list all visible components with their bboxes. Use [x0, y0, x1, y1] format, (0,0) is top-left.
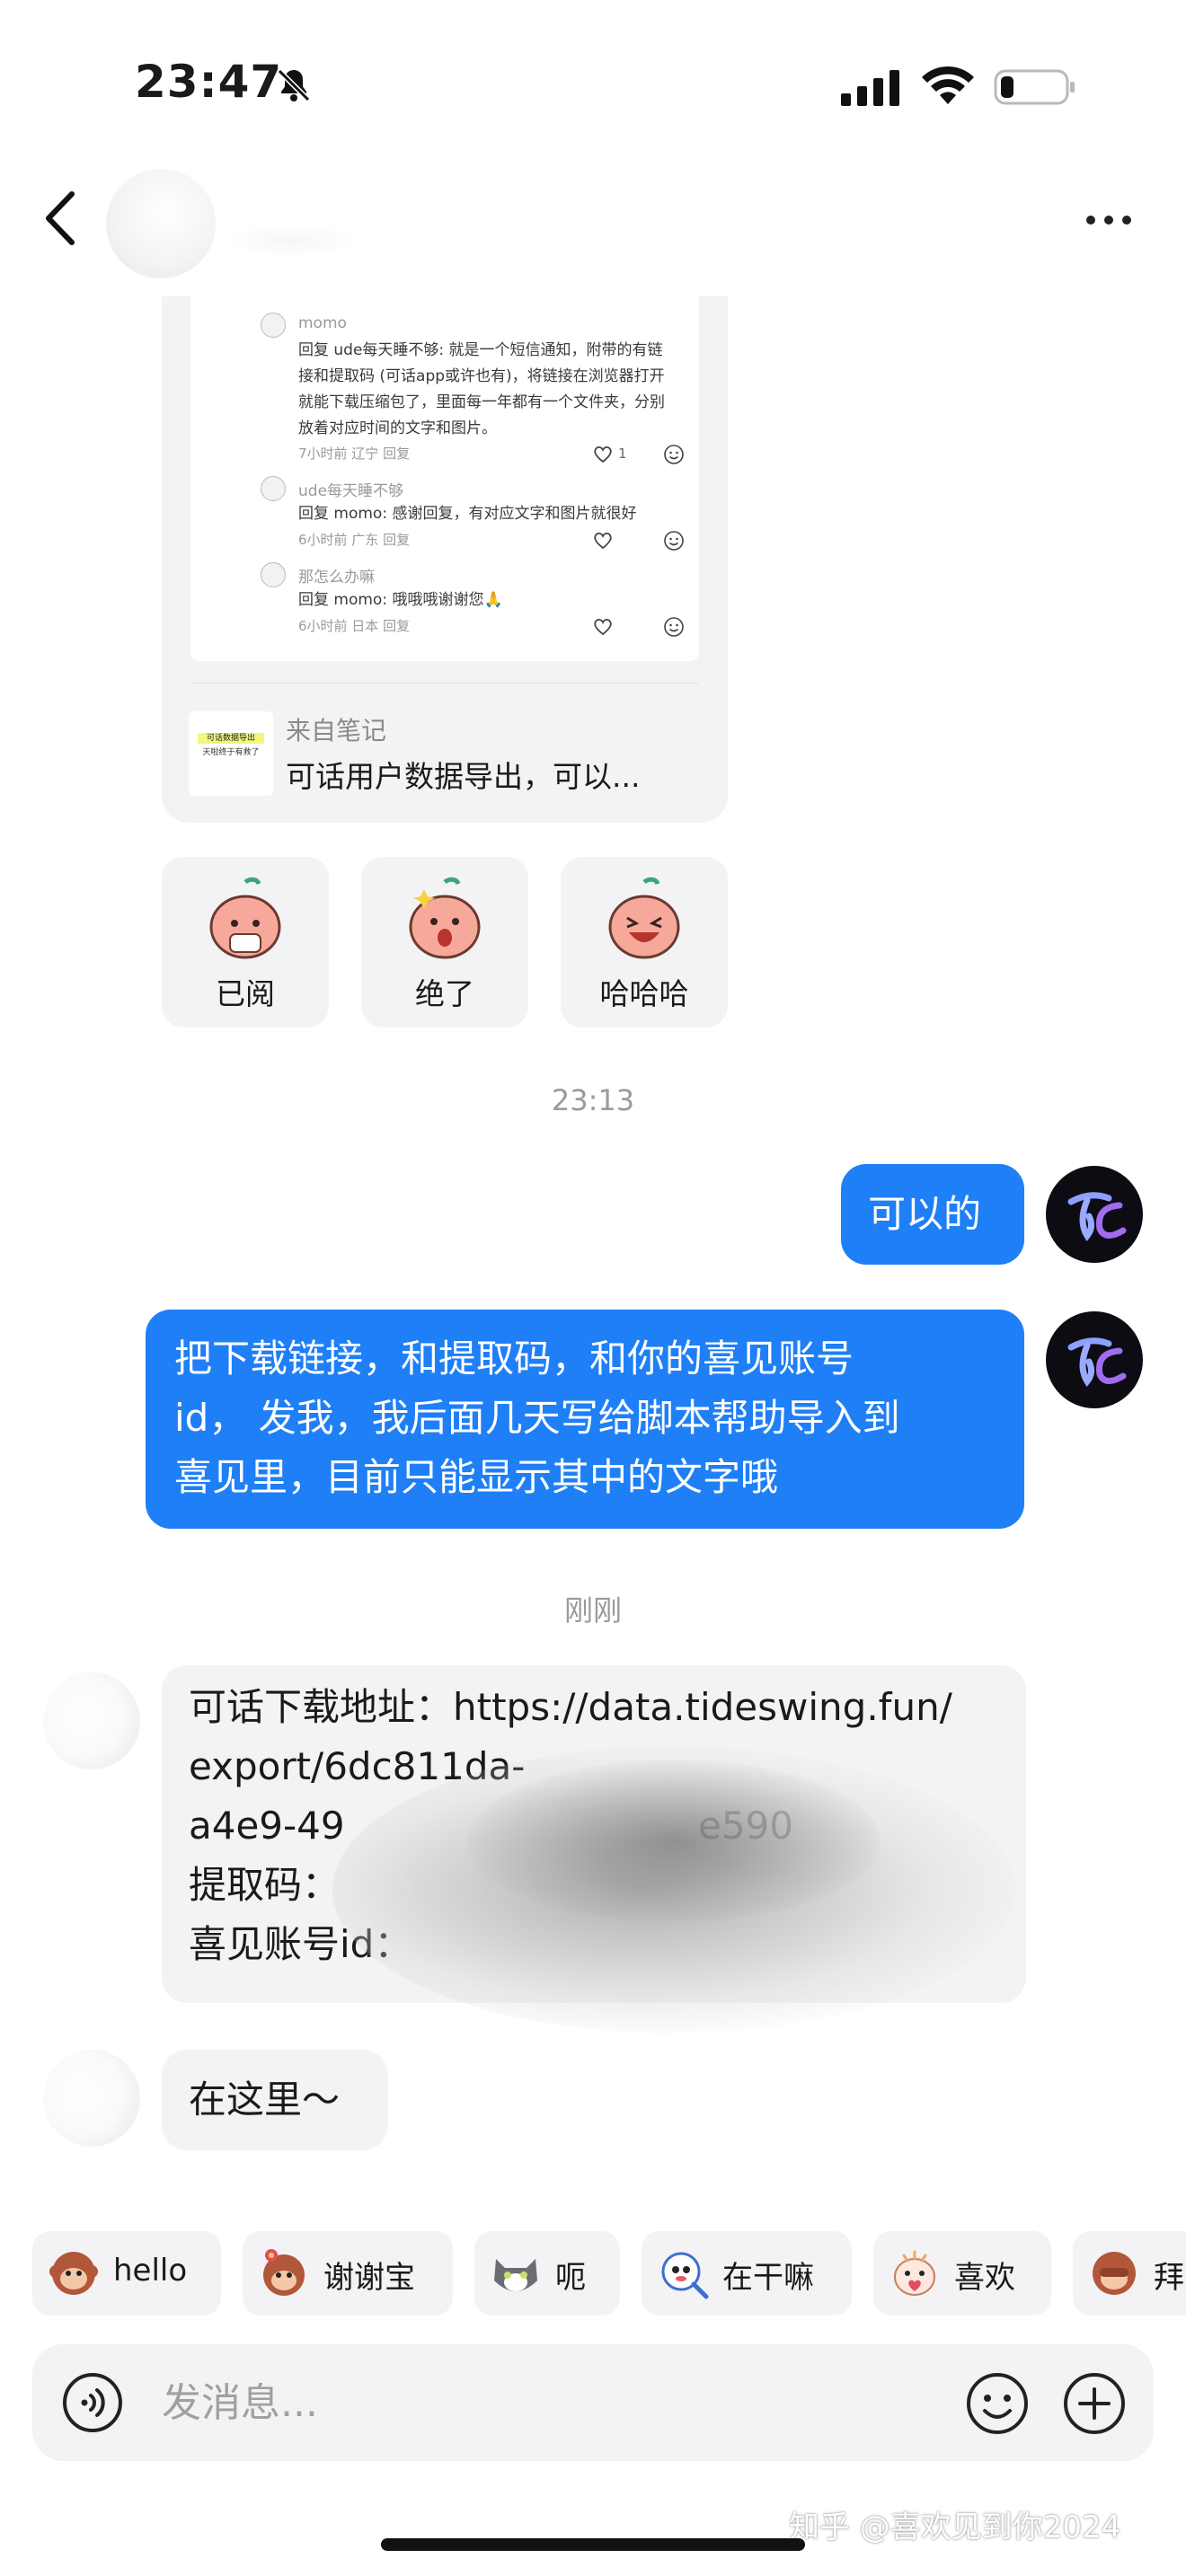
chip-label: hello [113, 2253, 188, 2289]
my-avatar[interactable] [1046, 1311, 1143, 1408]
note-comments-preview: momo 回复 ude每天睡不够: 就是一个短信通知，附带的有链接和提取码 (可… [190, 296, 699, 661]
voice-input-icon[interactable] [61, 2371, 124, 2434]
add-attachment-icon[interactable] [1062, 2371, 1127, 2436]
avatar-logo-icon [1067, 1192, 1127, 1242]
quick-chip-like[interactable]: 喜欢 [873, 2231, 1051, 2316]
cellular-signal-icon [841, 70, 899, 106]
back-button[interactable] [38, 187, 83, 250]
message-text: 在这里～ [189, 2078, 341, 2122]
my-avatar[interactable] [1046, 1166, 1143, 1263]
note-source-label: 来自笔记 [286, 716, 387, 745]
reply-emoji-icon[interactable] [663, 616, 685, 638]
comment-meta: 7小时前 辽宁 回复 [298, 446, 411, 462]
message-text-segment: a4e9-49 [189, 1804, 345, 1848]
comment-meta: 6小时前 广东 回复 [298, 532, 411, 548]
home-indicator[interactable] [381, 2538, 805, 2551]
message-text-line: 喜见里，目前只能显示其中的文字哦 [174, 1455, 779, 1499]
contact-avatar[interactable] [106, 169, 358, 278]
more-options-icon[interactable] [1084, 207, 1134, 234]
message-input-bar [32, 2344, 1154, 2461]
contact-avatar[interactable] [43, 1672, 140, 1769]
magnifier-icon [661, 2252, 709, 2299]
emoji-icon[interactable] [965, 2371, 1030, 2436]
monkey-flower-icon [263, 2249, 305, 2296]
sticker-reply-haha[interactable]: 哈哈哈 [561, 857, 728, 1028]
heart-hands-icon [894, 2250, 935, 2296]
monkey-bye-icon [1093, 2252, 1136, 2295]
comment-text: 回复 ude每天睡不够: 就是一个短信通知，附带的有链接和提取码 (可话app或… [298, 341, 665, 437]
quick-chip-bye[interactable]: 拜 [1073, 2231, 1186, 2316]
note-divider [190, 683, 699, 684]
thumbnail-subtitle: 天啦终于有救了 [202, 748, 260, 757]
redaction-scribble [467, 1760, 881, 1922]
watermark: 知乎 @喜欢见到你2024 [789, 2510, 1121, 2545]
note-thumbnail: 可话数据导出 天啦终于有救了 [189, 711, 273, 796]
note-title[interactable]: 可话用户数据导出，可以... [286, 753, 699, 796]
shared-note-card[interactable]: momo 回复 ude每天睡不够: 就是一个短信通知，附带的有链接和提取码 (可… [162, 296, 728, 823]
commenter-avatar [261, 476, 286, 501]
comment-text: 回复 momo: 哦哦哦谢谢您🙏 [298, 591, 503, 609]
quick-chip-what-doing[interactable]: 在干嘛 [642, 2231, 852, 2316]
reply-emoji-icon[interactable] [663, 444, 685, 465]
message-timestamp: 刚刚 [563, 1593, 622, 1628]
like-icon[interactable] [593, 618, 613, 636]
avatar-logo-icon [1067, 1337, 1127, 1388]
peach-sticker-icon [608, 877, 680, 959]
message-timestamp: 23:13 [551, 1083, 635, 1117]
wifi-icon [922, 66, 974, 104]
like-icon[interactable] [593, 446, 613, 463]
bell-muted-icon [277, 68, 311, 102]
sticker-label: 哈哈哈 [599, 976, 689, 1011]
thumbnail-title: 可话数据导出 [198, 733, 264, 744]
battery-icon [994, 69, 1075, 105]
sticker-reply-read[interactable]: 已阅 [162, 857, 329, 1028]
commenter-name: 那怎么办嘛 [298, 569, 375, 587]
chip-label: 谢谢宝 [323, 2260, 415, 2296]
quick-chip-thanks[interactable]: 谢谢宝 [243, 2231, 453, 2316]
commenter-avatar [261, 313, 286, 338]
chip-label: 呃 [555, 2260, 586, 2296]
incoming-message-bubble[interactable]: 在这里～ [162, 2050, 388, 2150]
reply-emoji-icon[interactable] [663, 530, 685, 551]
message-text: 可以的 [868, 1192, 982, 1236]
commenter-name: momo [298, 314, 347, 332]
message-text-line: 把下载链接，和提取码，和你的喜见账号 [174, 1337, 854, 1381]
chip-label: 在干嘛 [722, 2260, 814, 2296]
quick-chip-uh[interactable]: 呃 [474, 2231, 620, 2316]
sticker-reply-awesome[interactable]: 绝了 [361, 857, 528, 1028]
outgoing-message-bubble[interactable]: 把下载链接，和提取码，和你的喜见账号 id， 发我，我后面几天写给脚本帮助导入到… [146, 1310, 1024, 1529]
peach-sticker-icon [409, 877, 481, 959]
outgoing-message-bubble[interactable]: 可以的 [841, 1164, 1024, 1265]
message-input[interactable] [162, 2371, 845, 2434]
peach-sticker-icon [209, 877, 281, 959]
comment-meta: 6小时前 日本 回复 [298, 618, 411, 634]
sticker-label: 已阅 [216, 976, 275, 1011]
cat-icon [494, 2259, 537, 2291]
like-count: 1 [618, 446, 627, 462]
like-icon[interactable] [593, 532, 613, 550]
status-time: 23:47 [135, 56, 283, 108]
contact-avatar[interactable] [43, 2050, 140, 2147]
monkey-icon [49, 2252, 98, 2295]
chip-label: 喜欢 [954, 2260, 1015, 2296]
quick-chip-hello[interactable]: hello [32, 2231, 221, 2316]
message-text-line: id， 发我，我后面几天写给脚本帮助导入到 [174, 1396, 900, 1440]
message-text-line: 可话下载地址：https://data.tideswing.fun/ [189, 1685, 952, 1729]
comment-text: 回复 momo: 感谢回复，有对应文字和图片就很好 [298, 505, 637, 523]
commenter-name: ude每天睡不够 [298, 482, 404, 500]
commenter-avatar [261, 562, 286, 587]
sticker-label: 绝了 [415, 976, 474, 1011]
chip-label: 拜 [1154, 2260, 1184, 2296]
